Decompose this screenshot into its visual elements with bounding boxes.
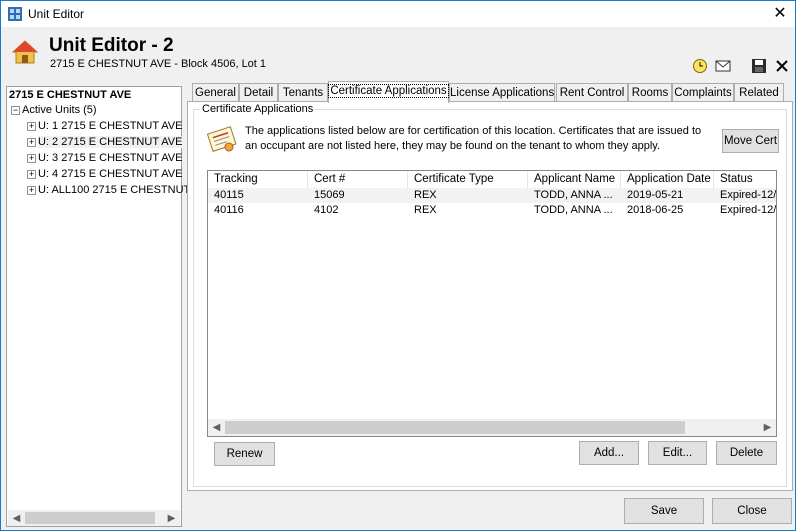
tree-group-label: Active Units (5): [22, 104, 97, 116]
info-text: The applications listed below are for ce…: [245, 125, 702, 152]
unit-tree[interactable]: 2715 E CHESTNUT AVE − Active Units (5) + U…: [6, 86, 190, 527]
expand-icon[interactable]: +: [27, 153, 36, 163]
cell-applicant-name: TODD, ANNA ...: [534, 189, 613, 201]
renew-button[interactable]: Renew: [214, 442, 275, 466]
tree-item-unit-2[interactable]: + U: 2 2715 E CHESTNUT AVE: [27, 136, 183, 148]
cell-certificate-type: REX: [414, 204, 437, 216]
group-label: Certificate Applications: [200, 103, 316, 115]
tree-item-label: U: 4 2715 E CHESTNUT AVE: [38, 168, 183, 180]
tab-rent-control[interactable]: Rent Control: [556, 83, 628, 102]
tree-group-active-units[interactable]: − Active Units (5): [11, 104, 97, 116]
tree-item-unit-4[interactable]: + U: 4 2715 E CHESTNUT AVE: [27, 168, 182, 180]
cell-application-date: 2019-05-21: [627, 189, 684, 201]
tab-license-applications[interactable]: License Applications: [449, 83, 555, 102]
mail-icon[interactable]: [715, 58, 731, 74]
editor-header: Unit Editor - 2 2715 E CHESTNUT AVE - Bl…: [1, 27, 795, 83]
tab-detail[interactable]: Detail: [239, 83, 278, 102]
page-subtitle: 2715 E CHESTNUT AVE - Block 4506, Lot 1: [50, 58, 267, 70]
cell-certificate-type: REX: [414, 189, 437, 201]
scroll-thumb[interactable]: [25, 512, 155, 524]
delete-button[interactable]: Delete: [716, 441, 777, 465]
save-button[interactable]: Save: [624, 498, 704, 524]
table-row[interactable]: 40116 4102 REX TODD, ANNA ... 2018-06-25…: [208, 203, 776, 218]
cell-applicant-name: TODD, ANNA ...: [534, 204, 613, 216]
app-icon: [8, 7, 22, 21]
title-bar: Unit Editor ✕: [1, 1, 795, 27]
tree-horizontal-scrollbar[interactable]: ◀ ▶: [8, 510, 180, 526]
collapse-icon[interactable]: −: [11, 105, 20, 115]
close-button[interactable]: Close: [712, 498, 792, 524]
edit-button[interactable]: Edit...: [648, 441, 707, 465]
tree-item-label: U: ALL100 2715 E CHESTNUT: [38, 184, 191, 196]
expand-icon[interactable]: +: [27, 137, 36, 147]
cell-application-date: 2018-06-25: [627, 204, 684, 216]
clock-icon[interactable]: [692, 58, 708, 74]
tree-item-unit-3[interactable]: + U: 3 2715 E CHESTNUT AVE: [27, 152, 182, 164]
column-header-status[interactable]: Status: [714, 171, 776, 188]
tab-certificate-applications[interactable]: Certificate Applications: [328, 81, 449, 103]
page-title: Unit Editor - 2: [49, 35, 174, 56]
house-icon: [11, 40, 39, 64]
scroll-left-icon[interactable]: ◀: [8, 510, 25, 527]
tree-item-label: U: 1 2715 E CHESTNUT AVE: [38, 120, 183, 132]
scroll-thumb[interactable]: [225, 421, 685, 434]
tab-general[interactable]: General: [192, 83, 239, 102]
column-header-certificate-type[interactable]: Certificate Type: [408, 171, 528, 188]
window-close-button[interactable]: ✕: [765, 1, 795, 27]
tab-rooms[interactable]: Rooms: [628, 83, 672, 102]
tab-tenants[interactable]: Tenants: [278, 83, 328, 102]
close-icon[interactable]: [774, 58, 790, 74]
cell-status: Expired-12/: [720, 204, 776, 216]
cell-status: Expired-12/: [720, 189, 776, 201]
table-row[interactable]: 40115 15069 REX TODD, ANNA ... 2019-05-2…: [208, 188, 776, 203]
column-header-application-date[interactable]: Application Date: [621, 171, 714, 188]
column-header-applicant-name[interactable]: Applicant Name: [528, 171, 621, 188]
column-header-tracking[interactable]: Tracking: [208, 171, 308, 188]
tree-item-unit-all100[interactable]: + U: ALL100 2715 E CHESTNUT: [27, 184, 190, 196]
save-icon[interactable]: [751, 58, 767, 74]
tab-complaints[interactable]: Complaints: [672, 83, 734, 102]
scroll-left-icon[interactable]: ◀: [208, 419, 225, 436]
expand-icon[interactable]: +: [27, 185, 36, 195]
unit-editor-window: Unit Editor ✕ Unit Editor - 2 2715 E CHE…: [0, 0, 796, 531]
applications-table[interactable]: Tracking Cert # Certificate Type Applica…: [207, 170, 777, 437]
tree-item-unit-1[interactable]: + U: 1 2715 E CHESTNUT AVE: [27, 120, 182, 132]
column-header-cert[interactable]: Cert #: [308, 171, 408, 188]
cell-cert: 4102: [314, 204, 339, 216]
tree-root[interactable]: 2715 E CHESTNUT AVE: [9, 89, 131, 101]
cell-cert: 15069: [314, 189, 345, 201]
cell-tracking: 40116: [214, 204, 244, 216]
tab-related[interactable]: Related: [734, 83, 784, 102]
table-horizontal-scrollbar[interactable]: ◀ ▶: [208, 419, 776, 436]
cell-tracking: 40115: [214, 189, 244, 201]
certificate-icon: [206, 126, 237, 152]
tree-item-label: U: 3 2715 E CHESTNUT AVE: [38, 152, 183, 164]
expand-icon[interactable]: +: [27, 121, 36, 131]
expand-icon[interactable]: +: [27, 169, 36, 179]
scroll-right-icon[interactable]: ▶: [163, 510, 180, 527]
tree-item-label: U: 2 2715 E CHESTNUT AVE: [38, 136, 183, 148]
add-button[interactable]: Add...: [579, 441, 639, 465]
window-title: Unit Editor: [28, 7, 85, 21]
move-cert-button[interactable]: Move Cert: [722, 129, 779, 153]
scroll-right-icon[interactable]: ▶: [759, 419, 776, 436]
